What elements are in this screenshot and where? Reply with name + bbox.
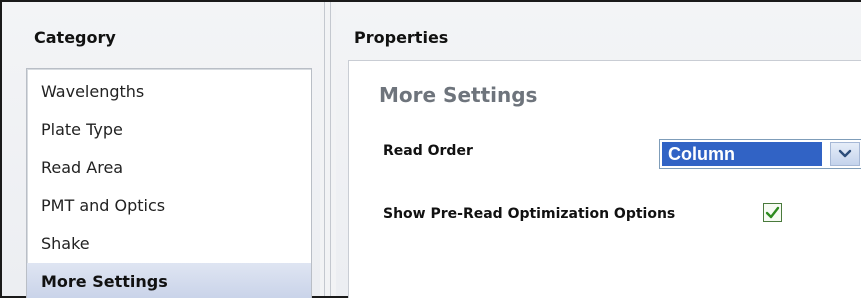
splitter-line-right bbox=[330, 2, 331, 296]
read-order-select[interactable]: Column bbox=[659, 139, 861, 169]
properties-panel: Properties More Settings Read Order Colu… bbox=[336, 2, 861, 298]
read-order-value: Column bbox=[662, 142, 822, 166]
category-list[interactable]: Wavelengths Plate Type Read Area PMT and… bbox=[26, 68, 312, 298]
properties-header: Properties bbox=[354, 28, 449, 47]
category-item-shake[interactable]: Shake bbox=[27, 225, 311, 261]
properties-content: More Settings Read Order Column Show Pre… bbox=[348, 60, 861, 298]
read-order-label: Read Order bbox=[383, 143, 473, 159]
category-panel: Category Wavelengths Plate Type Read Are… bbox=[2, 2, 320, 298]
category-item-wavelengths[interactable]: Wavelengths bbox=[27, 73, 311, 109]
category-header: Category bbox=[34, 28, 116, 47]
checkmark-icon bbox=[765, 206, 780, 219]
chevron-down-icon bbox=[838, 149, 852, 158]
category-item-pmt-and-optics[interactable]: PMT and Optics bbox=[27, 187, 311, 223]
pre-read-optimization-checkbox[interactable] bbox=[763, 203, 782, 222]
category-item-read-area[interactable]: Read Area bbox=[27, 149, 311, 185]
read-order-dropdown-button[interactable] bbox=[830, 142, 860, 166]
splitter-line-left bbox=[324, 2, 325, 296]
pre-read-optimization-label: Show Pre-Read Optimization Options bbox=[383, 206, 676, 222]
category-item-more-settings[interactable]: More Settings bbox=[27, 263, 311, 298]
section-title: More Settings bbox=[379, 83, 538, 107]
panel-splitter[interactable] bbox=[320, 2, 336, 296]
category-item-plate-type[interactable]: Plate Type bbox=[27, 111, 311, 147]
